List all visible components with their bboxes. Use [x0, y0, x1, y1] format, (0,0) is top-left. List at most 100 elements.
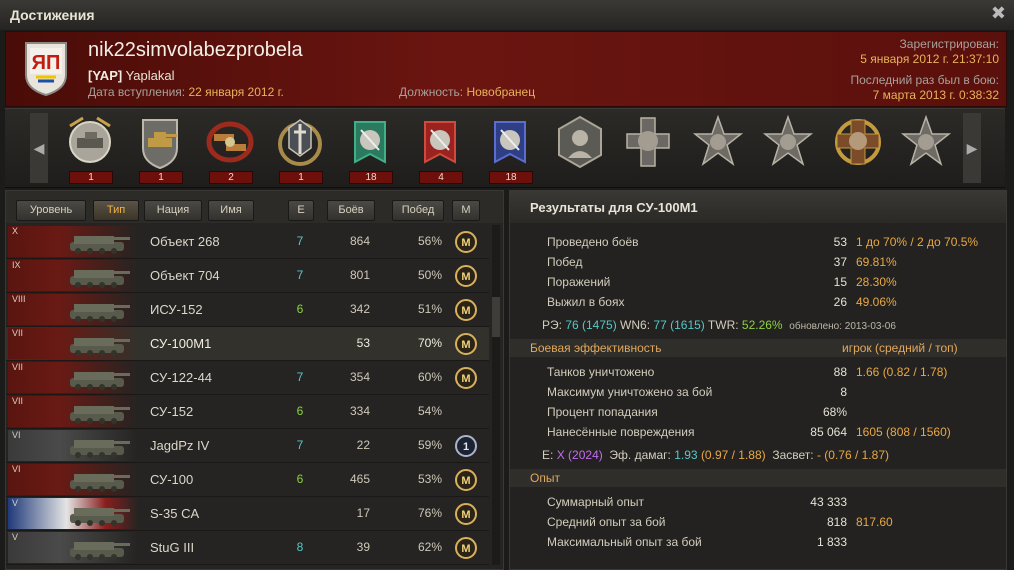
medal-10[interactable]	[759, 114, 817, 182]
sort-type-button[interactable]: Тип	[93, 200, 139, 221]
stat-extra: 28.30%	[856, 275, 897, 289]
vehicle-winrate: 56%	[417, 234, 442, 248]
medal-2[interactable]: 2	[201, 114, 259, 184]
vehicle-e-rating: 6	[296, 302, 304, 316]
medal-3[interactable]: 1	[271, 114, 329, 184]
re-value: 76	[565, 318, 579, 332]
list-scrollbar-thumb[interactable]	[492, 297, 500, 337]
vehicle-row[interactable]: VI СУ-100 6 465 53% M	[6, 463, 489, 497]
vehicle-e-rating: 7	[296, 234, 304, 248]
medal-count: 2	[209, 171, 253, 184]
vehicle-winrate: 51%	[417, 302, 442, 316]
stat-value: 1 833	[816, 535, 847, 549]
spot-label: Засвет:	[772, 448, 814, 462]
vehicle-row[interactable]: X Объект 268 7 864 56% M	[6, 225, 489, 259]
vehicle-list-panel: Уровень Тип Нация Имя E Боёв Побед M X Об…	[5, 190, 504, 570]
damage-eff-value: 1.93	[674, 448, 698, 462]
medals-carousel: ◀ ▶ 1 1 2 1 18 4 18	[5, 108, 1005, 188]
vehicle-row[interactable]: VII СУ-152 6 334 54%	[6, 395, 489, 429]
sort-level-button[interactable]: Уровень	[16, 200, 86, 221]
twr-value: 52.26%	[741, 318, 783, 332]
joined-value: 22 января 2012 г.	[188, 85, 284, 99]
mastery-badge-icon: M	[455, 333, 477, 355]
mastery-text: M	[461, 475, 470, 487]
sort-e-button[interactable]: E	[288, 200, 314, 221]
vehicle-row[interactable]: IX Объект 704 7 801 50% M	[6, 259, 489, 293]
mastery-badge-icon: M	[455, 469, 477, 491]
mastery-badge-icon: M	[455, 231, 477, 253]
clan-name[interactable]: Yaplakal	[126, 68, 175, 83]
stat-value: 8	[840, 385, 847, 399]
stat-extra: 1.66 (0.82 / 1.78)	[856, 365, 948, 379]
vehicle-row[interactable]: V S-35 CA 17 76% M	[6, 497, 489, 531]
sort-nation-button[interactable]: Нация	[144, 200, 202, 221]
tank-silhouette-icon	[70, 304, 130, 322]
portrait-star-medal-icon	[693, 114, 743, 166]
tank-silhouette-icon	[70, 270, 130, 288]
tank-silhouette-icon	[70, 440, 130, 458]
medal-12[interactable]	[897, 114, 955, 182]
mastery-text: M	[461, 305, 470, 317]
e-paren: (2024)	[568, 448, 603, 462]
list-scrollbar[interactable]	[492, 225, 500, 565]
sort-wins-button[interactable]: Побед	[392, 200, 444, 221]
blue-ribbon-medal-icon	[494, 121, 526, 164]
vehicle-row[interactable]: VIII ИСУ-152 6 342 51% M	[6, 293, 489, 327]
stat-value: 26	[833, 295, 847, 309]
results-header: Результаты для СУ-100М1	[510, 191, 1006, 223]
vehicle-winrate: 54%	[417, 404, 442, 418]
vehicle-row[interactable]: VI JagdPz IV 7 22 59% 1	[6, 429, 489, 463]
medal-9[interactable]	[689, 114, 747, 182]
stat-value: 68%	[822, 405, 847, 419]
vehicle-winrate: 59%	[417, 438, 442, 452]
wn6-label: WN6:	[620, 318, 651, 332]
e-value: X	[556, 448, 565, 462]
profile-header: ЯП nik22simvolabezprobela [YAP] Yaplakal…	[5, 31, 1007, 107]
joined-label: Дата вступления:	[88, 85, 186, 99]
vehicle-tier: VII	[12, 362, 24, 372]
mastery-badge-icon: 1	[455, 435, 477, 457]
clan-line: [YAP] Yaplakal	[88, 68, 175, 83]
vehicle-row[interactable]: VII СУ-100М1 53 70% M	[6, 327, 489, 361]
scroll-left-arrow-icon[interactable]: ◀	[30, 113, 48, 183]
vehicle-e-rating: 7	[296, 438, 304, 452]
vehicle-name: Объект 268	[150, 234, 220, 249]
clan-tag[interactable]: [YAP]	[88, 68, 122, 83]
close-icon[interactable]: ✖	[991, 3, 1006, 24]
vehicle-battles: 354	[349, 370, 370, 384]
portrait-star-medal-icon	[901, 114, 951, 166]
vehicle-name: Объект 704	[150, 268, 220, 283]
medal-8[interactable]	[619, 114, 677, 182]
medal-count: 4	[419, 171, 463, 184]
vehicle-winrate: 76%	[417, 506, 442, 520]
vehicle-battles: 864	[349, 234, 370, 248]
tank-wreath-medal-icon	[206, 121, 254, 163]
vehicle-row[interactable]: V StuG III 8 39 62% M	[6, 531, 489, 565]
medal-0[interactable]: 1	[61, 114, 119, 184]
scroll-right-arrow-icon[interactable]: ▶	[963, 113, 981, 183]
vehicle-battles: 342	[349, 302, 370, 316]
vehicle-tier: V	[12, 532, 19, 542]
medal-count: 1	[279, 171, 323, 184]
sort-mastery-button[interactable]: M	[452, 200, 480, 221]
medal-4[interactable]: 18	[341, 114, 399, 184]
stat-extra: 69.81%	[856, 255, 897, 269]
sort-battles-button[interactable]: Боёв	[327, 200, 375, 221]
sort-name-button[interactable]: Имя	[208, 200, 254, 221]
portrait-cross-medal-icon	[626, 117, 670, 167]
combat-section-subtitle: игрок (средний / топ)	[842, 341, 958, 355]
stat-extra: 49.06%	[856, 295, 897, 309]
medal-1[interactable]: 1	[131, 114, 189, 184]
vehicle-battles: 22	[356, 438, 370, 452]
medal-5[interactable]: 4	[411, 114, 469, 184]
medal-11[interactable]	[829, 114, 887, 182]
vehicle-winrate: 60%	[417, 370, 442, 384]
medal-6[interactable]: 18	[481, 114, 539, 184]
medal-7[interactable]	[551, 114, 609, 182]
mastery-badge-icon: M	[455, 537, 477, 559]
tank-silhouette-icon	[70, 508, 130, 526]
registered-value: 5 января 2012 г. 21:37:10	[860, 52, 999, 66]
vehicle-name: СУ-122-44	[150, 370, 213, 385]
vehicle-row[interactable]: VII СУ-122-44 7 354 60% M	[6, 361, 489, 395]
clan-position: Должность: Новобранец	[399, 85, 535, 99]
